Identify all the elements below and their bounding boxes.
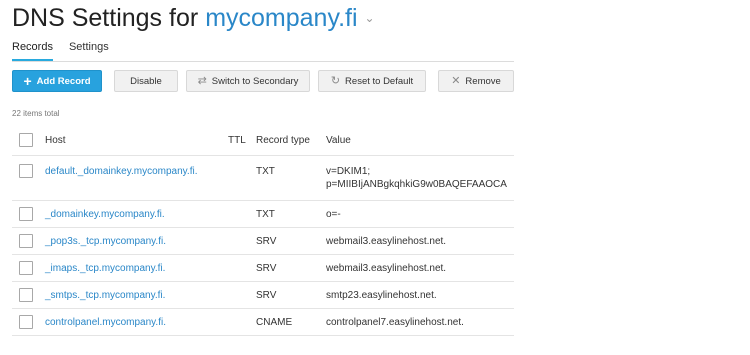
host-link[interactable]: _imaps._tcp.mycompany.fi. (45, 262, 165, 275)
value-cell: smtp23.easylinehost.net. (326, 290, 437, 301)
switch-icon: ⇄ (197, 74, 207, 87)
host-link[interactable]: default._domainkey.mycompany.fi. (45, 165, 197, 178)
host-link[interactable]: _pop3s._tcp.mycompany.fi. (45, 235, 166, 248)
table-row: _imaps._tcp.mycompany.fi. SRV webmail3.e… (12, 255, 514, 282)
remove-button[interactable]: ✕ Remove (438, 70, 514, 92)
row-checkbox[interactable] (19, 288, 33, 302)
disable-label: Disable (130, 75, 162, 87)
column-header-ttl[interactable]: TTL (228, 134, 246, 147)
value-cell: controlpanel7.easylinehost.net. (326, 317, 464, 328)
chevron-down-icon[interactable]: ⌄ (365, 11, 375, 25)
row-checkbox[interactable] (19, 207, 33, 221)
host-link[interactable]: _smtps._tcp.mycompany.fi. (45, 289, 165, 302)
plus-icon: + (23, 73, 32, 89)
reset-icon: ↻ (330, 74, 341, 87)
value-line: v=DKIM1; (326, 166, 371, 177)
reset-to-default-button[interactable]: ↻ Reset to Default (318, 70, 426, 92)
tab-settings[interactable]: Settings (69, 40, 109, 61)
add-record-label: Add Record (36, 75, 91, 87)
type-cell: CNAME (256, 317, 293, 328)
reset-to-default-label: Reset to Default (345, 75, 414, 87)
table-row: _domainkey.mycompany.fi. TXT o=- (12, 201, 514, 228)
value-line: p=MIIBIjANBgkqhkiG9w0BAQEFAAOCA (326, 179, 507, 190)
switch-to-secondary-label: Switch to Secondary (211, 75, 299, 87)
table-row: _smtps._tcp.mycompany.fi. SRV smtp23.eas… (12, 282, 514, 309)
column-header-value[interactable]: Value (326, 134, 514, 147)
records-table: Host TTL Record type Value default._doma… (12, 125, 514, 336)
tab-bar: Records Settings (12, 40, 514, 62)
disable-button[interactable]: Disable (114, 70, 178, 92)
row-checkbox[interactable] (19, 234, 33, 248)
table-row: _pop3s._tcp.mycompany.fi. SRV webmail3.e… (12, 228, 514, 255)
type-cell: TXT (256, 166, 275, 177)
value-cell: v=DKIM1; p=MIIBIjANBgkqhkiG9w0BAQEFAAOCA (326, 165, 514, 191)
select-all-checkbox[interactable] (19, 133, 33, 147)
domain-selector[interactable]: mycompany.fi (205, 4, 357, 33)
host-link[interactable]: controlpanel.mycompany.fi. (45, 316, 166, 329)
value-cell: o=- (326, 209, 341, 220)
add-record-button[interactable]: + Add Record (12, 70, 102, 92)
close-icon: ✕ (451, 74, 461, 87)
type-cell: TXT (256, 209, 275, 220)
switch-to-secondary-button[interactable]: ⇄ Switch to Secondary (186, 70, 310, 92)
table-row: default._domainkey.mycompany.fi. TXT v=D… (12, 156, 514, 201)
page-title-prefix: DNS Settings for (12, 4, 199, 32)
toolbar: + Add Record Disable ⇄ Switch to Seconda… (12, 70, 514, 92)
type-cell: SRV (256, 290, 277, 301)
item-count: 22 items total (12, 109, 60, 118)
table-header: Host TTL Record type Value (12, 125, 514, 156)
table-row: controlpanel.mycompany.fi. CNAME control… (12, 309, 514, 336)
host-link[interactable]: _domainkey.mycompany.fi. (45, 208, 165, 221)
value-cell: webmail3.easylinehost.net. (326, 263, 447, 274)
row-checkbox[interactable] (19, 164, 33, 178)
column-header-host[interactable]: Host (45, 134, 66, 147)
value-cell: webmail3.easylinehost.net. (326, 236, 447, 247)
tab-records[interactable]: Records (12, 40, 53, 61)
row-checkbox[interactable] (19, 261, 33, 275)
remove-label: Remove (465, 75, 501, 87)
row-checkbox[interactable] (19, 315, 33, 329)
type-cell: SRV (256, 236, 277, 247)
page-title: DNS Settings for mycompany.fi ⌄ (12, 4, 375, 33)
type-cell: SRV (256, 263, 277, 274)
column-header-type[interactable]: Record type (256, 134, 310, 147)
